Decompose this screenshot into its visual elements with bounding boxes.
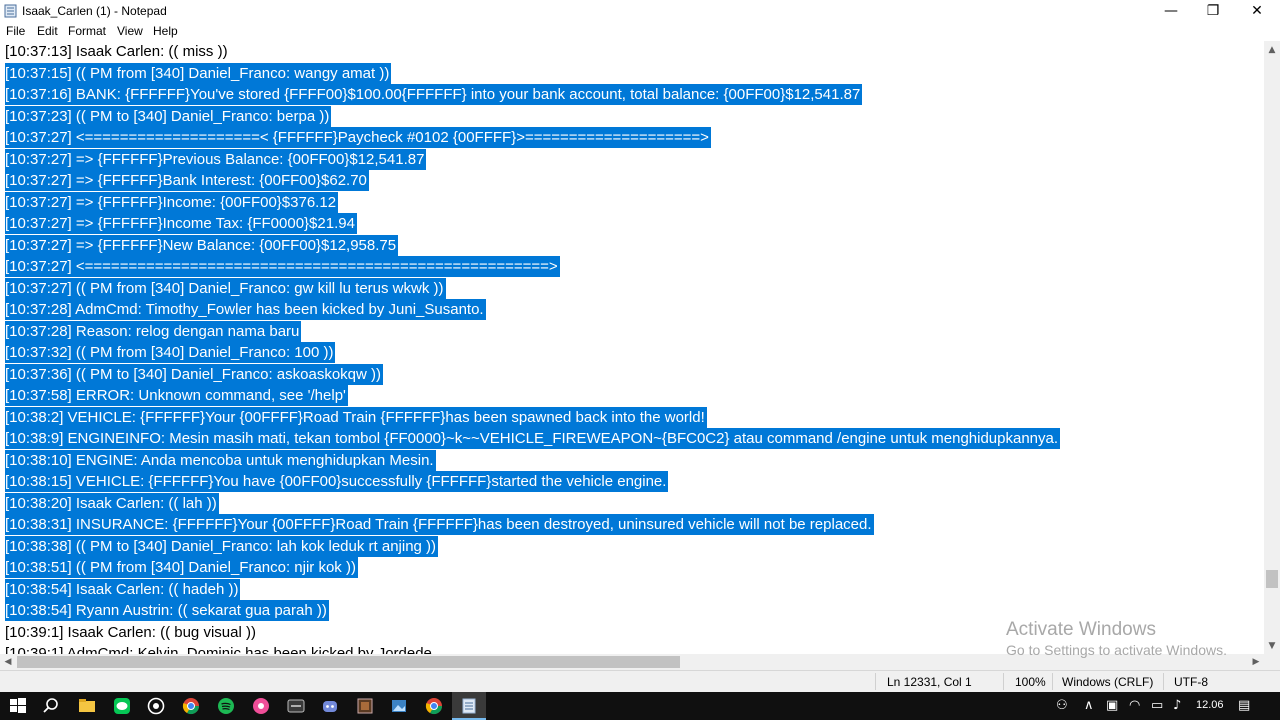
- scroll-left-icon[interactable]: ◀: [0, 657, 16, 667]
- close-button[interactable]: ✕: [1234, 0, 1280, 22]
- image-viewer-icon[interactable]: [389, 696, 409, 716]
- text-line[interactable]: [10:37:27] <====================< {FFFFF…: [5, 127, 711, 148]
- line-ending: Windows (CRLF): [1062, 675, 1154, 689]
- text-line[interactable]: [10:38:51] (( PM from [340] Daniel_Franc…: [5, 557, 358, 578]
- zoom-level: 100%: [1015, 675, 1046, 689]
- volume-icon[interactable]: ♪: [1173, 698, 1181, 713]
- text-line[interactable]: [10:37:32] (( PM from [340] Daniel_Franc…: [5, 342, 336, 363]
- spotify-icon[interactable]: [216, 696, 236, 716]
- status-separator: [875, 673, 876, 690]
- text-line[interactable]: [10:37:28] Reason: relog dengan nama bar…: [5, 320, 302, 342]
- text-line[interactable]: [10:39:1] AdmCmd: Kelvin_Dominic has bee…: [5, 643, 434, 654]
- battery-icon[interactable]: ▭: [1151, 698, 1163, 713]
- status-separator: [1052, 673, 1053, 690]
- text-line[interactable]: [10:37:27] => {FFFFFF}Income Tax: {FF000…: [5, 213, 357, 234]
- text-line[interactable]: [10:37:16] BANK: {FFFFFF}You've stored {…: [5, 84, 863, 105]
- scroll-down-icon[interactable]: ▼: [1264, 641, 1280, 651]
- menu-help[interactable]: Help: [153, 24, 178, 38]
- discord-icon[interactable]: [320, 696, 340, 716]
- text-line[interactable]: [10:37:27] => {FFFFFF}Income: {00FF00}$3…: [5, 191, 339, 213]
- activation-watermark-subtitle: Go to Settings to activate Windows.: [1006, 642, 1227, 658]
- pink-app-icon[interactable]: [251, 696, 271, 716]
- text-line[interactable]: [10:37:27] => {FFFFFF}New Balance: {00FF…: [5, 234, 399, 256]
- menu-file[interactable]: File: [6, 24, 25, 38]
- text-line[interactable]: [10:37:27] => {FFFFFF}Bank Interest: {00…: [5, 170, 369, 191]
- title-bar[interactable]: Isaak_Carlen (1) - Notepad — ❐ ✕: [0, 0, 1280, 22]
- taskbar: ⚇ ∧ ▣ ◠ ▭ ♪ 12.06 ▤: [0, 692, 1280, 720]
- cursor-position: Ln 12331, Col 1: [887, 675, 972, 689]
- text-line[interactable]: [10:37:27] <============================…: [5, 256, 560, 277]
- terminal-app-icon[interactable]: [286, 696, 306, 716]
- text-line[interactable]: [10:37:27] (( PM from [340] Daniel_Franc…: [5, 277, 446, 299]
- action-center-icon[interactable]: ▤: [1238, 698, 1250, 713]
- vertical-scrollbar[interactable]: [1264, 41, 1280, 654]
- chrome-icon[interactable]: [424, 696, 444, 716]
- text-editor[interactable]: [10:37:13] Isaak Carlen: (( miss )) [10:3…: [0, 41, 1264, 654]
- scrollbar-corner: [1264, 654, 1280, 670]
- status-bar: Ln 12331, Col 1 100% Windows (CRLF) UTF-…: [0, 670, 1280, 692]
- wifi-icon[interactable]: ◠: [1129, 698, 1140, 713]
- windows-start-icon[interactable]: [8, 696, 28, 716]
- people-icon[interactable]: ⚇: [1056, 698, 1068, 713]
- horizontal-scroll-thumb[interactable]: [17, 656, 680, 668]
- text-line[interactable]: [10:37:36] (( PM to [340] Daniel_Franco:…: [5, 363, 384, 385]
- menu-format[interactable]: Format: [68, 24, 106, 38]
- text-line[interactable]: [10:38:10] ENGINE: Anda mencoba untuk me…: [5, 449, 436, 471]
- show-hidden-icons-icon[interactable]: ∧: [1084, 698, 1094, 713]
- text-line[interactable]: [10:38:54] Isaak Carlen: (( hadeh )): [5, 578, 241, 600]
- status-separator: [1163, 673, 1164, 690]
- notification-app-icon[interactable]: ▣: [1106, 698, 1118, 713]
- text-line[interactable]: [10:37:27] => {FFFFFF}Previous Balance: …: [5, 148, 427, 170]
- scroll-right-icon[interactable]: ▶: [1248, 657, 1264, 667]
- text-line[interactable]: [10:38:38] (( PM to [340] Daniel_Franco:…: [5, 535, 439, 557]
- text-line[interactable]: [10:37:23] (( PM to [340] Daniel_Franco:…: [5, 105, 332, 127]
- file-explorer-icon[interactable]: [77, 696, 97, 716]
- restore-button[interactable]: ❐: [1190, 0, 1236, 22]
- text-line[interactable]: [10:37:58] ERROR: Unknown command, see '…: [5, 385, 348, 406]
- menu-edit[interactable]: Edit: [37, 24, 58, 38]
- activation-watermark-title: Activate Windows: [1006, 619, 1156, 640]
- chrome-icon[interactable]: [181, 696, 201, 716]
- menu-bar: File Edit Format View Help: [0, 22, 1280, 41]
- menu-view[interactable]: View: [117, 24, 143, 38]
- text-line[interactable]: [10:38:20] Isaak Carlen: (( lah )): [5, 492, 219, 514]
- line-app-icon[interactable]: [112, 696, 132, 716]
- search-icon[interactable]: [41, 696, 61, 716]
- text-line[interactable]: [10:37:15] (( PM from [340] Daniel_Franc…: [5, 62, 392, 84]
- status-separator: [1003, 673, 1004, 690]
- window-title: Isaak_Carlen (1) - Notepad: [22, 4, 167, 18]
- text-line[interactable]: [10:38:2] VEHICLE: {FFFFFF}Your {00FFFF}…: [5, 406, 707, 428]
- text-line[interactable]: [10:39:1] Isaak Carlen: (( bug visual )): [5, 622, 258, 643]
- whatsapp-icon[interactable]: [146, 696, 166, 716]
- text-line[interactable]: [10:38:31] INSURANCE: {FFFFFF}Your {00FF…: [5, 514, 874, 535]
- text-line[interactable]: [10:38:15] VEHICLE: {FFFFFF}You have {00…: [5, 471, 669, 492]
- text-line[interactable]: [10:38:54] Ryann Austrin: (( sekarat gua…: [5, 600, 329, 621]
- text-line[interactable]: [10:37:28] AdmCmd: Timothy_Fowler has be…: [5, 299, 486, 320]
- text-line[interactable]: [10:37:13] Isaak Carlen: (( miss )): [5, 41, 230, 62]
- notepad-taskbar-icon[interactable]: [459, 696, 479, 716]
- minimize-button[interactable]: —: [1148, 0, 1194, 22]
- notepad-icon: [4, 4, 17, 18]
- scroll-up-icon[interactable]: ▲: [1264, 45, 1280, 55]
- game-app-icon[interactable]: [355, 696, 375, 716]
- encoding: UTF-8: [1174, 675, 1208, 689]
- text-line[interactable]: [10:38:9] ENGINEINFO: Mesin masih mati, …: [5, 428, 1061, 449]
- taskbar-clock[interactable]: 12.06: [1196, 699, 1224, 711]
- vertical-scroll-thumb[interactable]: [1266, 570, 1278, 588]
